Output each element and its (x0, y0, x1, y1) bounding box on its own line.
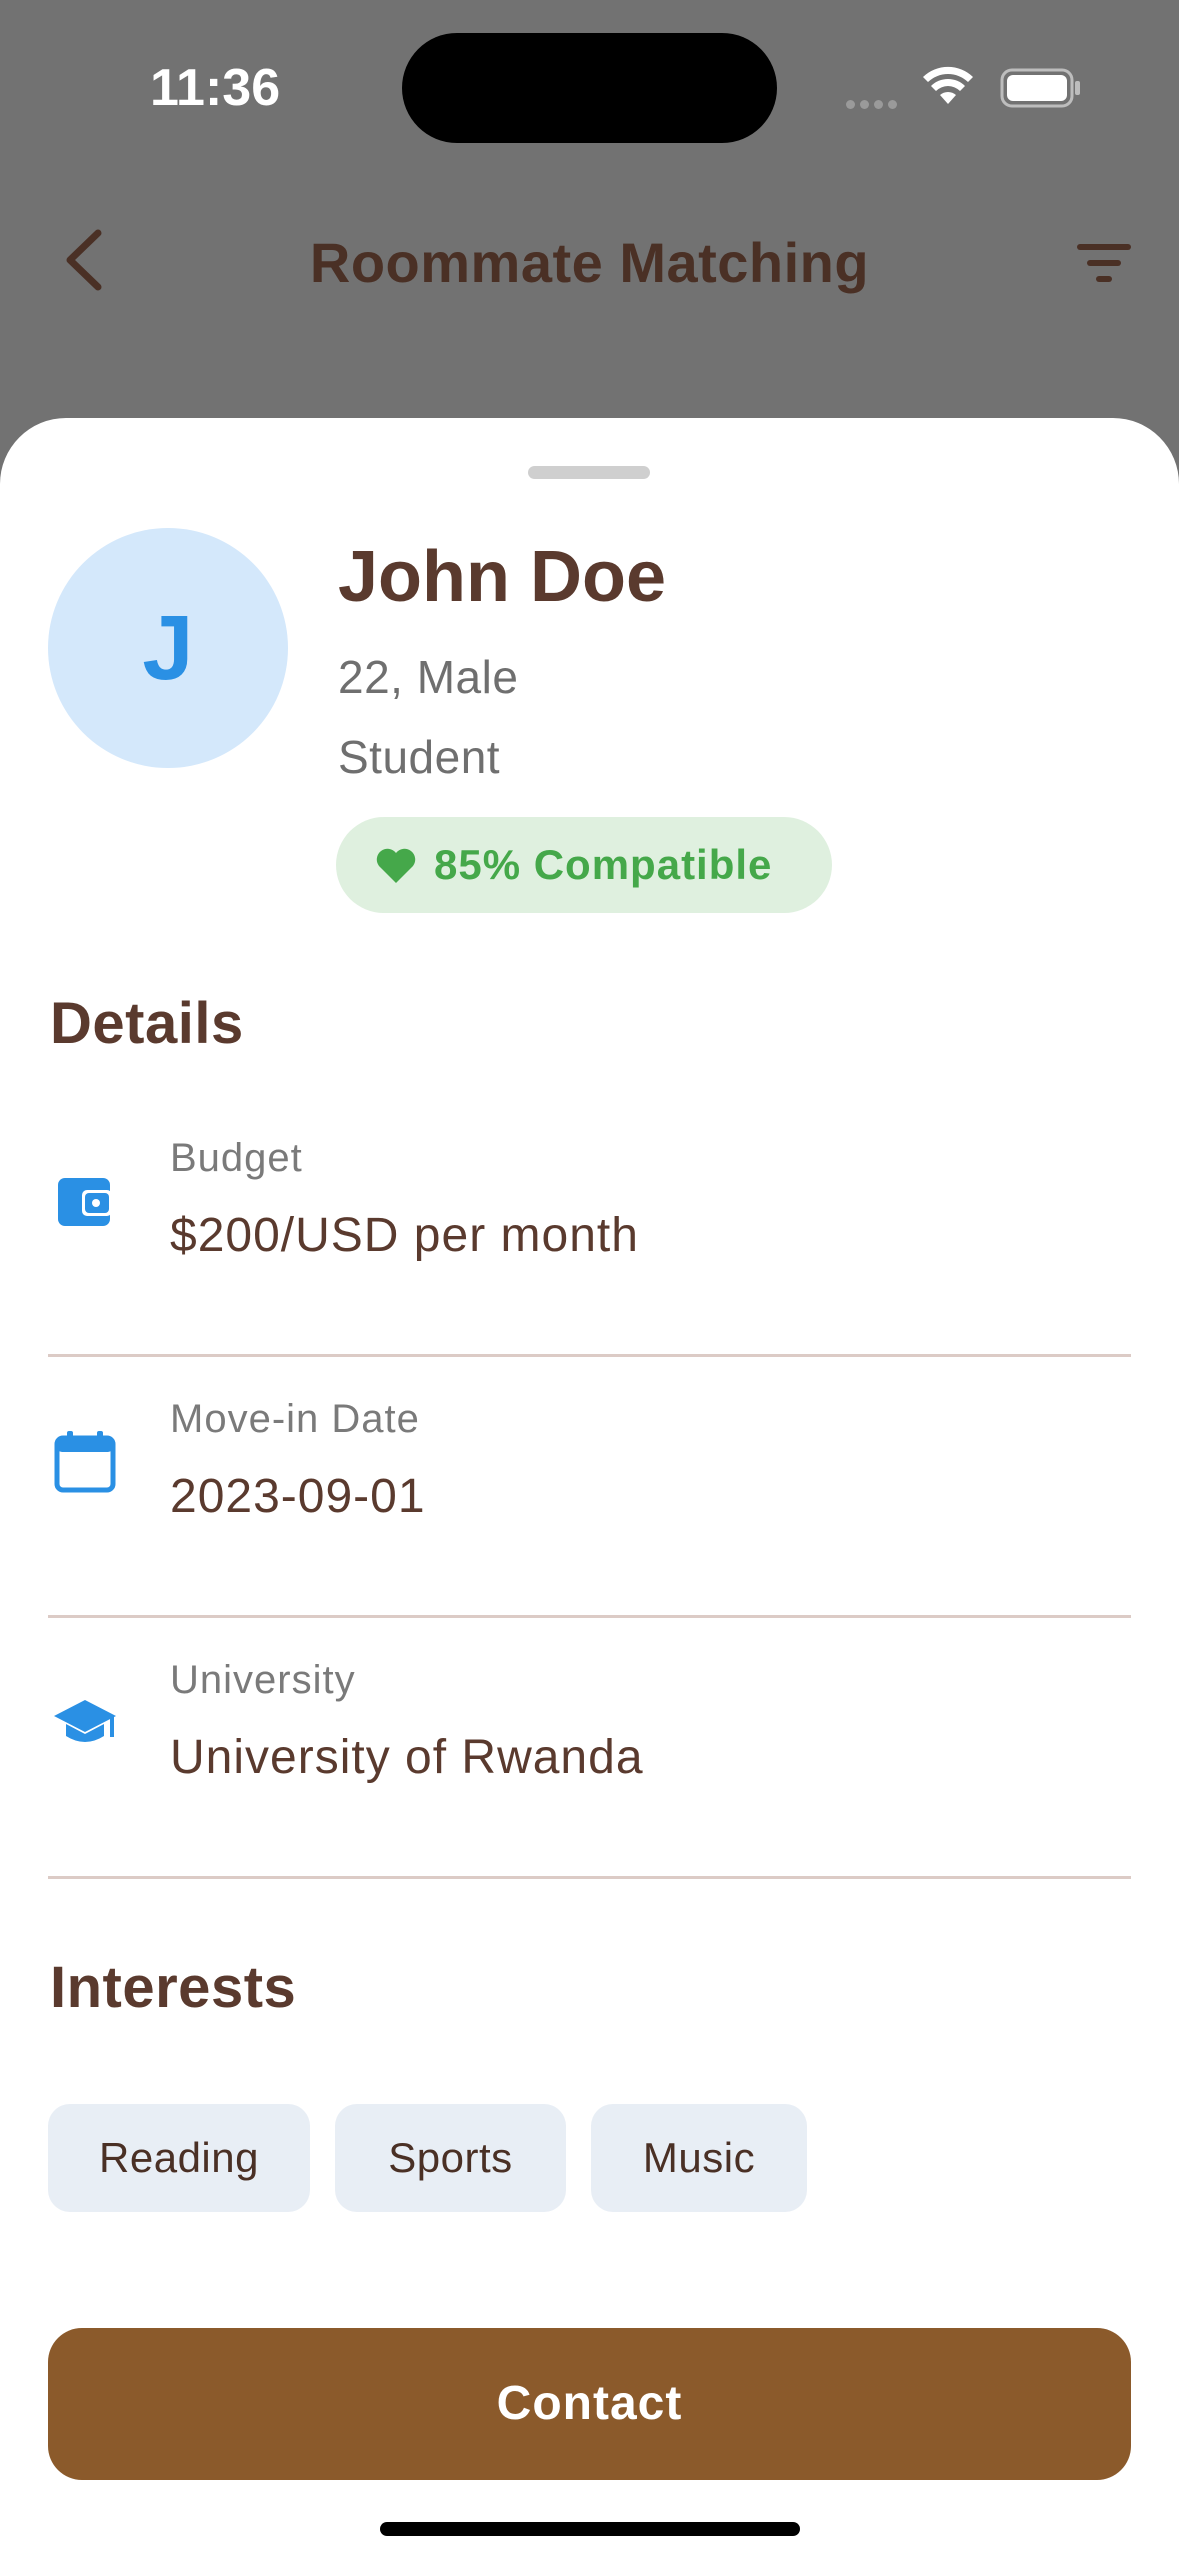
heart-icon (376, 848, 416, 883)
detail-value: 2023-09-01 (170, 1470, 426, 1523)
interest-chip-sports[interactable]: Sports (335, 2104, 566, 2212)
status-time: 11:36 (150, 59, 281, 117)
detail-row-budget: Budget $200/USD per month (48, 1068, 1131, 1328)
detail-label: University (170, 1658, 356, 1702)
detail-value: University of Rwanda (170, 1731, 644, 1784)
detail-label: Move-in Date (170, 1397, 420, 1441)
avatar: J (48, 528, 288, 768)
profile-name: John Doe (338, 537, 667, 617)
detail-value: $200/USD per month (170, 1209, 639, 1262)
cellular-signal-icon (846, 96, 902, 114)
details-heading: Details (50, 991, 244, 1056)
interests-heading: Interests (50, 1955, 297, 2020)
calendar-icon (54, 1431, 116, 1493)
divider (48, 1876, 1131, 1879)
contact-button[interactable]: Contact (48, 2328, 1131, 2480)
home-indicator (380, 2522, 800, 2536)
wifi-icon (923, 66, 973, 104)
interest-chip-reading[interactable]: Reading (48, 2104, 310, 2212)
profile-age-gender: 22, Male (338, 651, 519, 703)
app-bar: Roommate Matching (0, 190, 1179, 330)
detail-row-university: University University of Rwanda (48, 1590, 1131, 1850)
school-icon (54, 1700, 116, 1742)
compatibility-badge: 85% Compatible (336, 817, 832, 913)
compatibility-text: 85% Compatible (434, 841, 773, 888)
filter-button[interactable] (1074, 238, 1134, 288)
battery-icon (1000, 68, 1080, 108)
page-title: Roommate Matching (309, 231, 870, 294)
wallet-icon (58, 1178, 112, 1226)
sheet-drag-handle[interactable] (528, 466, 650, 479)
detail-row-move-in-date: Move-in Date 2023-09-01 (48, 1329, 1131, 1589)
dynamic-island (402, 33, 777, 143)
profile-occupation: Student (338, 731, 501, 783)
detail-label: Budget (170, 1136, 303, 1180)
interest-chip-music[interactable]: Music (591, 2104, 807, 2212)
profile-bottom-sheet: J John Doe 22, Male Student 85% Compatib… (0, 418, 1179, 2556)
status-bar: 11:36 (0, 0, 1179, 170)
filter-icon (1077, 244, 1131, 282)
avatar-initial: J (142, 597, 194, 699)
